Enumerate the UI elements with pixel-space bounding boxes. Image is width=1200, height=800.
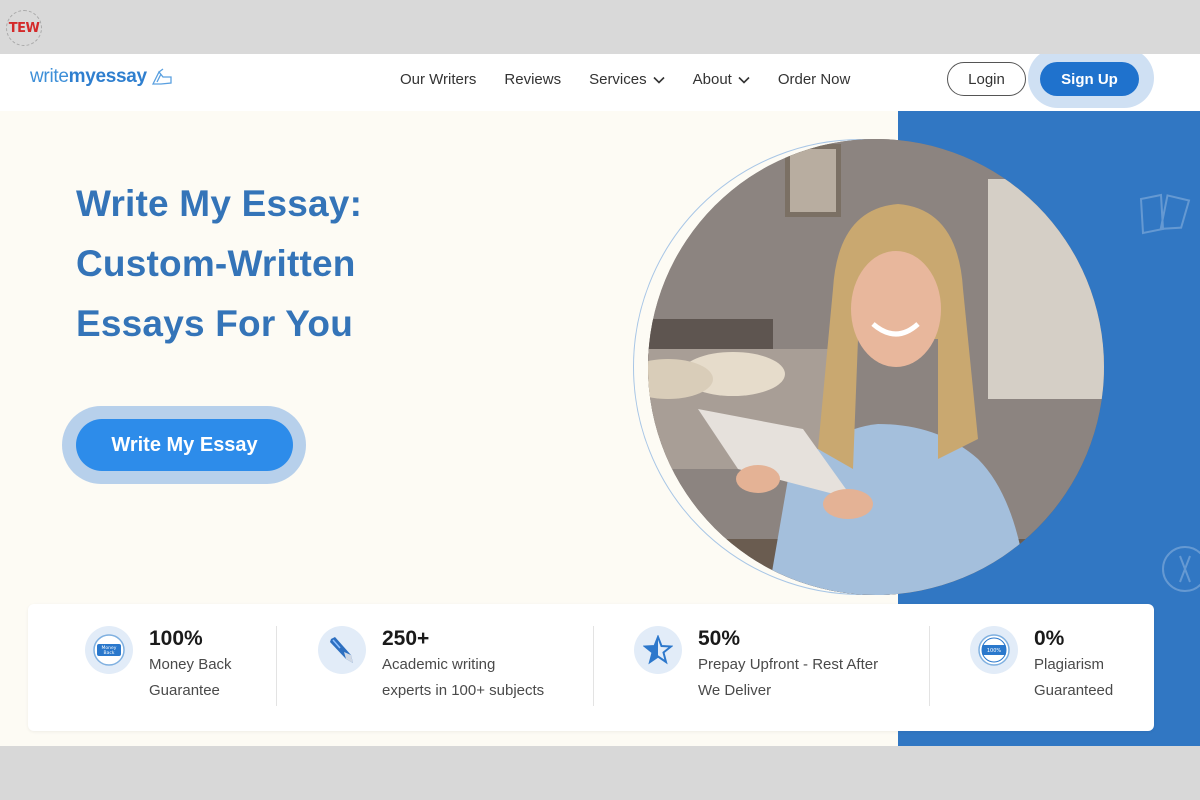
hero-title-line: Custom-Written [76,243,356,284]
stat-desc-line: Prepay Upfront - Rest After [698,656,879,673]
stat-text: 100% Money Back Guarantee [149,626,232,704]
chevron-down-icon [738,76,750,84]
nav-order-now[interactable]: Order Now [778,71,851,88]
nav-label: Reviews [504,71,562,88]
stat-plagiarism: 100% 0% Plagiarism Guaranteed [970,604,1113,731]
chevron-down-icon [653,76,665,84]
svg-text:100%: 100% [987,648,1002,654]
stat-desc-line: We Deliver [698,682,772,699]
stat-desc-line: Plagiarism [1034,656,1105,673]
hero-photo-illustration [648,139,1104,595]
tew-watermark-text: TEW [8,20,40,36]
nav-services-dropdown[interactable]: Services [589,71,665,88]
stat-text: 50% Prepay Upfront - Rest After We Deliv… [698,626,878,704]
stat-value: 0% [1034,627,1065,650]
writing-hand-icon [151,68,172,85]
stat-value: 50% [698,627,741,650]
hero-photo [648,139,1104,595]
compass-icon [1162,546,1200,592]
stat-desc-line: Academic writing [382,656,496,673]
stat-value: 250+ [382,627,430,650]
stat-money-back: Money Back 100% Money Back Guarantee [85,604,232,731]
star-icon [634,626,682,674]
website-page: write myessay Our Writers Reviews Servic… [0,54,1200,746]
money-back-badge-icon: Money Back [85,626,133,674]
write-my-essay-button[interactable]: Write My Essay [76,419,293,471]
signup-button[interactable]: Sign Up [1040,62,1139,96]
stat-text: 250+ Academic writing experts in 100+ su… [382,626,544,704]
stat-desc-line: Guaranteed [1034,682,1114,699]
stat-desc-line: Guarantee [149,682,220,699]
main-nav: Our Writers Reviews Services About Order… [400,71,878,88]
stat-desc-line: experts in 100+ subjects [382,682,545,699]
nav-our-writers[interactable]: Our Writers [400,71,476,88]
pen-icon [318,626,366,674]
hero-title-line: Essays For You [76,303,353,344]
hero-title-line: Write My Essay: [76,183,363,224]
hero-title: Write My Essay: Custom-Written Essays Fo… [76,174,362,354]
stat-divider [929,626,930,706]
authentic-badge-icon: 100% [970,626,1018,674]
stat-text: 0% Plagiarism Guaranteed [1034,626,1113,704]
stat-writers: 250+ Academic writing experts in 100+ su… [318,604,544,731]
stat-value: 100% [149,627,203,650]
stat-desc-line: Money Back [149,656,232,673]
tew-watermark-logo: TEW [6,10,42,46]
nav-label: Our Writers [400,71,477,88]
top-strip: TEW [0,0,1200,54]
site-header: write myessay Our Writers Reviews Servic… [0,54,1200,111]
stat-divider [276,626,277,706]
nav-about-dropdown[interactable]: About [693,71,750,88]
open-book-icon [1139,193,1191,235]
login-button[interactable]: Login [947,62,1026,96]
nav-label: About [692,71,732,88]
logo-text-write: write [30,66,69,87]
logo-text-myessay: myessay [68,66,148,87]
nav-label: Services [589,71,647,88]
stat-divider [593,626,594,706]
svg-text:Back: Back [104,650,115,656]
stats-card: Money Back 100% Money Back Guarantee 250 [28,604,1154,731]
nav-reviews[interactable]: Reviews [504,71,561,88]
site-logo[interactable]: write myessay [30,66,173,88]
nav-label: Order Now [777,71,851,88]
stat-prepay: 50% Prepay Upfront - Rest After We Deliv… [634,604,878,731]
